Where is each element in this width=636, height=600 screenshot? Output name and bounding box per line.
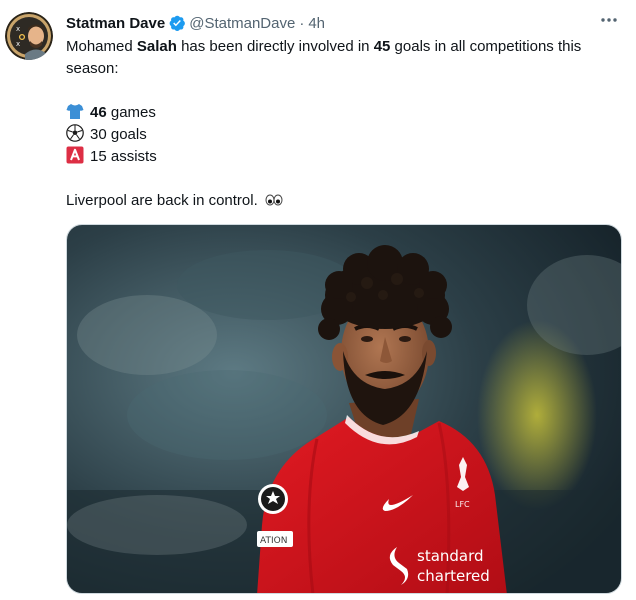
avatar-image: x x <box>5 12 53 60</box>
stat-goals: 30 goals <box>66 124 622 146</box>
soccer-ball-emoji-icon <box>66 124 84 142</box>
stat-games: 46 games <box>66 102 622 124</box>
sponsor-text-1: standard <box>417 547 484 565</box>
verified-badge-icon <box>168 14 186 32</box>
tweet-card: x x Statman Dave @StatmanDave · 4h Moham… <box>0 0 636 600</box>
letter-a-emoji-icon <box>66 146 84 164</box>
player-photo: LFC ATION standard chartered <box>67 225 621 593</box>
player-name: Salah <box>136 38 177 55</box>
svg-text:x: x <box>16 40 20 48</box>
meta-separator: · <box>299 14 305 32</box>
sponsor-text-2: chartered <box>417 567 490 585</box>
svg-text:LFC: LFC <box>455 500 470 509</box>
tweet-media-photo[interactable]: LFC ATION standard chartered <box>66 224 622 594</box>
author-handle[interactable]: @StatmanDave <box>189 15 295 32</box>
svg-text:x: x <box>16 25 20 33</box>
author-name[interactable]: Statman Dave <box>66 15 165 32</box>
tweet-intro: Mohamed Salah has been directly involved… <box>66 38 582 77</box>
goal-involvements: 45 <box>373 38 391 55</box>
tweet-header: Statman Dave @StatmanDave · 4h <box>66 13 622 33</box>
eyes-emoji-icon <box>264 190 283 208</box>
tweet-timestamp[interactable]: 4h <box>308 15 325 32</box>
more-options-icon[interactable] <box>598 10 620 30</box>
shirt-emoji-icon <box>66 102 84 120</box>
avatar[interactable]: x x <box>5 12 53 60</box>
tweet-closing: Liverpool are back in control. <box>66 190 622 212</box>
stat-assists: 15 assists <box>66 146 622 168</box>
sleeve-badge-text: ATION <box>260 536 287 546</box>
tweet-text: Mohamed Salah has been directly involved… <box>66 36 622 212</box>
